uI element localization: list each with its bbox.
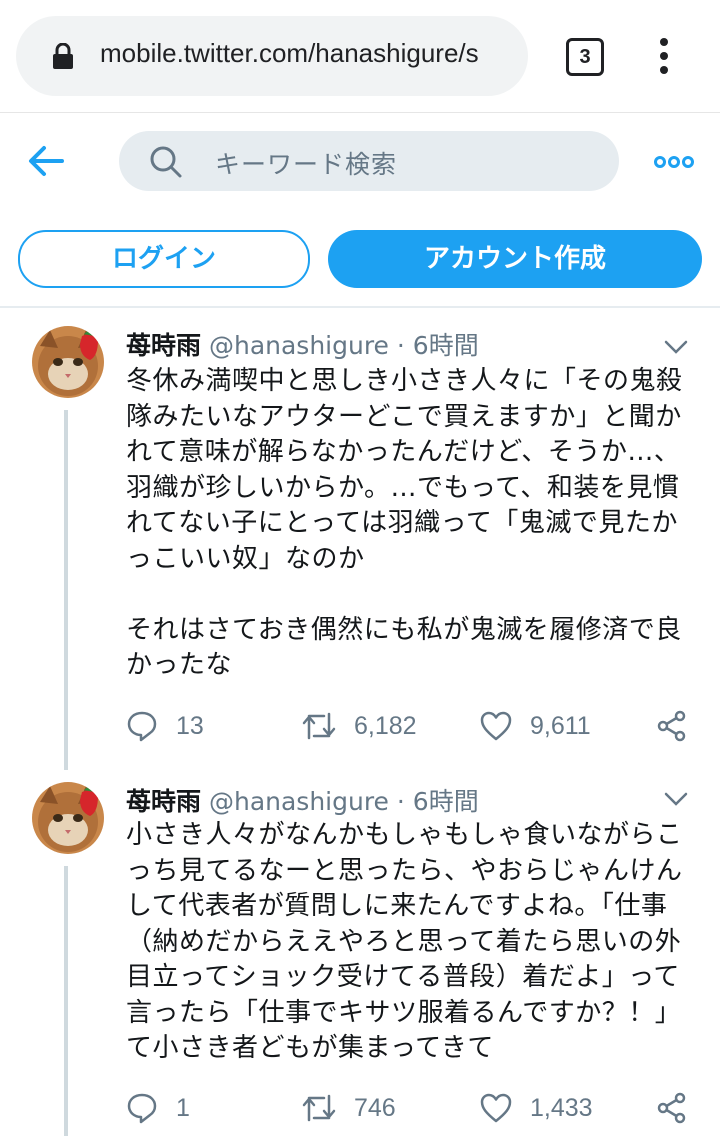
thread-line <box>64 410 68 770</box>
like-count: 9,611 <box>530 711 591 740</box>
chevron-down-icon[interactable] <box>664 792 688 806</box>
avatar[interactable] <box>32 326 104 398</box>
retweet-count: 6,182 <box>354 711 417 740</box>
back-arrow-icon[interactable] <box>26 143 66 179</box>
retweet-count: 746 <box>354 1093 396 1122</box>
timestamp[interactable]: 6時間 <box>413 331 479 360</box>
lock-icon <box>53 43 73 69</box>
like-count: 1,433 <box>530 1093 593 1122</box>
cat-avatar-image <box>32 326 104 398</box>
like-button[interactable]: 9,611 <box>480 706 591 746</box>
reply-button[interactable]: 1 <box>126 1088 190 1128</box>
reply-count: 13 <box>176 711 204 740</box>
url-text[interactable]: mobile.twitter.com/hanashigure/s <box>100 38 510 69</box>
retweet-icon <box>302 1094 336 1122</box>
browser-menu-icon[interactable] <box>652 38 676 78</box>
author-name[interactable]: 苺時雨 <box>126 331 201 360</box>
share-icon <box>657 710 686 742</box>
tweet-actions: 1 746 1,433 <box>126 1088 696 1128</box>
tweet[interactable]: 苺時雨 @hanashigure · 6時間 小さき人々がなんかもしゃもしゃ食い… <box>0 768 720 1136</box>
login-button[interactable]: ログイン <box>18 230 310 288</box>
share-icon <box>657 1092 686 1124</box>
share-button[interactable] <box>656 1088 688 1128</box>
tab-switcher-button[interactable]: 3 <box>566 38 604 76</box>
reply-icon <box>127 1093 157 1124</box>
twitter-header: キーワード検索 <box>0 113 720 209</box>
tweet[interactable]: 苺時雨 @hanashigure · 6時間 冬休み満喫中と思しき小さき人々に「… <box>0 308 720 770</box>
retweet-button[interactable]: 746 <box>302 1088 396 1128</box>
cat-avatar-image <box>32 782 104 854</box>
reply-count: 1 <box>176 1093 190 1122</box>
search-placeholder: キーワード検索 <box>215 150 398 179</box>
separator: · <box>396 331 405 360</box>
retweet-icon <box>302 712 336 740</box>
tweet-header: 苺時雨 @hanashigure · 6時間 <box>126 326 479 362</box>
share-button[interactable] <box>656 706 688 746</box>
timestamp[interactable]: 6時間 <box>413 787 479 816</box>
heart-icon <box>480 1093 512 1123</box>
chevron-down-icon[interactable] <box>664 340 688 354</box>
signup-button[interactable]: アカウント作成 <box>328 230 702 288</box>
reply-button[interactable]: 13 <box>126 706 204 746</box>
retweet-button[interactable]: 6,182 <box>302 706 417 746</box>
auth-buttons: ログイン アカウント作成 <box>0 230 720 290</box>
tweet-text: 冬休み満喫中と思しき小さき人々に「その鬼殺隊みたいなアウターどこで買えますか」と… <box>126 366 683 680</box>
author-name[interactable]: 苺時雨 <box>126 787 201 816</box>
tweet-actions: 13 6,182 9,611 <box>126 706 696 746</box>
tweet-header: 苺時雨 @hanashigure · 6時間 <box>126 782 479 818</box>
search-icon <box>150 146 182 178</box>
reply-icon <box>127 711 157 742</box>
separator: · <box>396 787 405 816</box>
author-handle[interactable]: @hanashigure <box>209 331 389 360</box>
avatar[interactable] <box>32 782 104 854</box>
address-bar[interactable]: mobile.twitter.com/hanashigure/s <box>16 16 528 96</box>
like-button[interactable]: 1,433 <box>480 1088 593 1128</box>
thread-line <box>64 866 68 1136</box>
author-handle[interactable]: @hanashigure <box>209 787 389 816</box>
more-options-icon[interactable] <box>654 155 694 169</box>
heart-icon <box>480 711 512 741</box>
tweet-text: 小さき人々がなんかもしゃもしゃ食いながらこっち見てるなーと思ったら、やおらじゃん… <box>126 820 683 1063</box>
browser-toolbar: mobile.twitter.com/hanashigure/s 3 <box>0 0 720 113</box>
search-input[interactable]: キーワード検索 <box>119 131 619 191</box>
